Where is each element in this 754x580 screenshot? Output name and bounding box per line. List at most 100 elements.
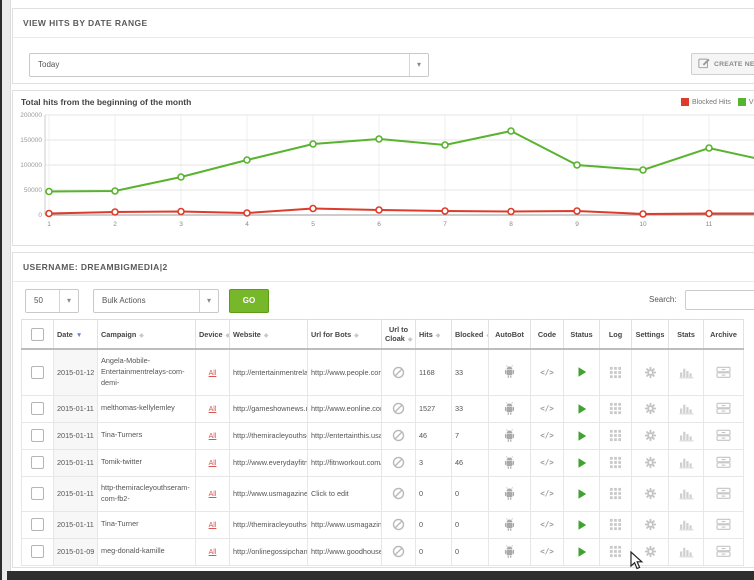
no-entry-icon[interactable] (392, 458, 405, 467)
play-icon[interactable] (576, 489, 588, 498)
android-icon[interactable] (503, 458, 516, 467)
android-icon[interactable] (503, 367, 516, 376)
column-header-campaign[interactable]: Campaign◆ (98, 320, 196, 350)
row-checkbox[interactable] (31, 518, 44, 531)
row-checkbox[interactable] (31, 545, 44, 558)
archive-icon[interactable] (716, 431, 731, 440)
play-icon[interactable] (576, 520, 588, 529)
android-icon[interactable] (503, 489, 516, 498)
code-icon[interactable]: </> (540, 368, 554, 377)
data-point (376, 207, 382, 213)
code-icon[interactable]: </> (540, 431, 554, 440)
column-header-url_for_bots[interactable]: Url for Bots◆ (308, 320, 382, 350)
cell-code: </> (531, 395, 564, 422)
play-icon[interactable] (576, 547, 588, 556)
gear-icon[interactable] (644, 547, 657, 556)
gear-icon[interactable] (644, 489, 657, 498)
no-entry-icon[interactable] (392, 404, 405, 413)
select-all-checkbox[interactable] (31, 328, 44, 341)
sort-icon[interactable]: ◆ (264, 333, 269, 339)
play-icon[interactable] (576, 431, 588, 440)
code-icon[interactable]: </> (540, 520, 554, 529)
archive-icon[interactable] (716, 489, 731, 498)
code-icon[interactable]: </> (540, 404, 554, 413)
gear-icon[interactable] (644, 520, 657, 529)
gear-icon[interactable] (644, 431, 657, 440)
play-icon[interactable] (576, 458, 588, 467)
archive-icon[interactable] (716, 547, 731, 556)
create-new-campaign-button[interactable]: CREATE NEW CAMPAIGN (691, 53, 754, 75)
column-header-website[interactable]: Website◆ (230, 320, 308, 350)
code-icon[interactable]: </> (540, 489, 554, 498)
column-header-device[interactable]: Device◆ (196, 320, 230, 350)
grid-icon[interactable] (609, 367, 622, 376)
android-icon[interactable] (503, 431, 516, 440)
bar-chart-icon[interactable] (679, 458, 694, 467)
grid-icon[interactable] (609, 489, 622, 498)
cell-status (564, 349, 600, 395)
grid-icon[interactable] (609, 431, 622, 440)
row-checkbox[interactable] (31, 487, 44, 500)
grid-icon[interactable] (609, 547, 622, 556)
column-header-stats: Stats (669, 320, 704, 350)
no-entry-icon[interactable] (392, 520, 405, 529)
android-icon[interactable] (503, 547, 516, 556)
no-entry-icon[interactable] (392, 547, 405, 556)
gear-icon[interactable] (644, 404, 657, 413)
row-checkbox[interactable] (31, 429, 44, 442)
device-link[interactable]: All (209, 491, 217, 498)
bar-chart-icon[interactable] (679, 489, 694, 498)
bar-chart-icon[interactable] (679, 367, 694, 376)
sort-desc-icon[interactable]: ▼ (76, 332, 82, 339)
search-input[interactable] (685, 290, 754, 310)
no-entry-icon[interactable] (392, 367, 405, 376)
device-link[interactable]: All (209, 522, 217, 529)
grid-icon[interactable] (609, 404, 622, 413)
row-checkbox[interactable] (31, 366, 44, 379)
android-icon[interactable] (503, 404, 516, 413)
archive-icon[interactable] (716, 404, 731, 413)
device-link[interactable]: All (209, 406, 217, 413)
row-checkbox[interactable] (31, 402, 44, 415)
sort-icon[interactable]: ◆ (436, 333, 441, 339)
no-entry-icon[interactable] (392, 431, 405, 440)
bulk-actions-select[interactable]: Bulk Actions ▾ (93, 289, 219, 313)
row-checkbox[interactable] (31, 456, 44, 469)
sort-icon[interactable]: ◆ (408, 337, 413, 343)
grid-icon[interactable] (609, 458, 622, 467)
code-icon[interactable]: </> (540, 458, 554, 467)
bar-chart-icon[interactable] (679, 520, 694, 529)
sort-icon[interactable]: ◆ (226, 333, 230, 339)
cell-url_for_bots[interactable]: Click to edit (308, 476, 382, 511)
sort-icon[interactable]: ◆ (354, 333, 359, 339)
no-entry-icon[interactable] (392, 489, 405, 498)
android-icon[interactable] (503, 520, 516, 529)
device-link[interactable]: All (209, 433, 217, 440)
grid-icon[interactable] (609, 520, 622, 529)
cell-hits: 1527 (416, 395, 452, 422)
bar-chart-icon[interactable] (679, 431, 694, 440)
bar-chart-icon[interactable] (679, 547, 694, 556)
column-header-status: Status (564, 320, 600, 350)
gear-icon[interactable] (644, 458, 657, 467)
device-link[interactable]: All (209, 460, 217, 467)
page-size-select[interactable]: 50 ▾ (25, 289, 79, 313)
archive-icon[interactable] (716, 367, 731, 376)
play-icon[interactable] (576, 367, 588, 376)
archive-icon[interactable] (716, 520, 731, 529)
column-header-url_to_cloak[interactable]: Url to Cloak◆ (382, 320, 416, 350)
gear-icon[interactable] (644, 367, 657, 376)
date-range-select[interactable]: Today ▾ (29, 53, 429, 77)
go-button[interactable]: GO (229, 289, 269, 313)
device-link[interactable]: All (209, 370, 217, 377)
column-header-blocked[interactable]: Blocked◆ (452, 320, 489, 350)
code-icon[interactable]: </> (540, 547, 554, 556)
play-icon[interactable] (576, 404, 588, 413)
column-header-hits[interactable]: Hits◆ (416, 320, 452, 350)
sort-icon[interactable]: ◆ (139, 333, 144, 339)
data-point (46, 189, 52, 195)
device-link[interactable]: All (209, 549, 217, 556)
archive-icon[interactable] (716, 458, 731, 467)
bar-chart-icon[interactable] (679, 404, 694, 413)
column-header-date[interactable]: Date▼ (54, 320, 98, 350)
